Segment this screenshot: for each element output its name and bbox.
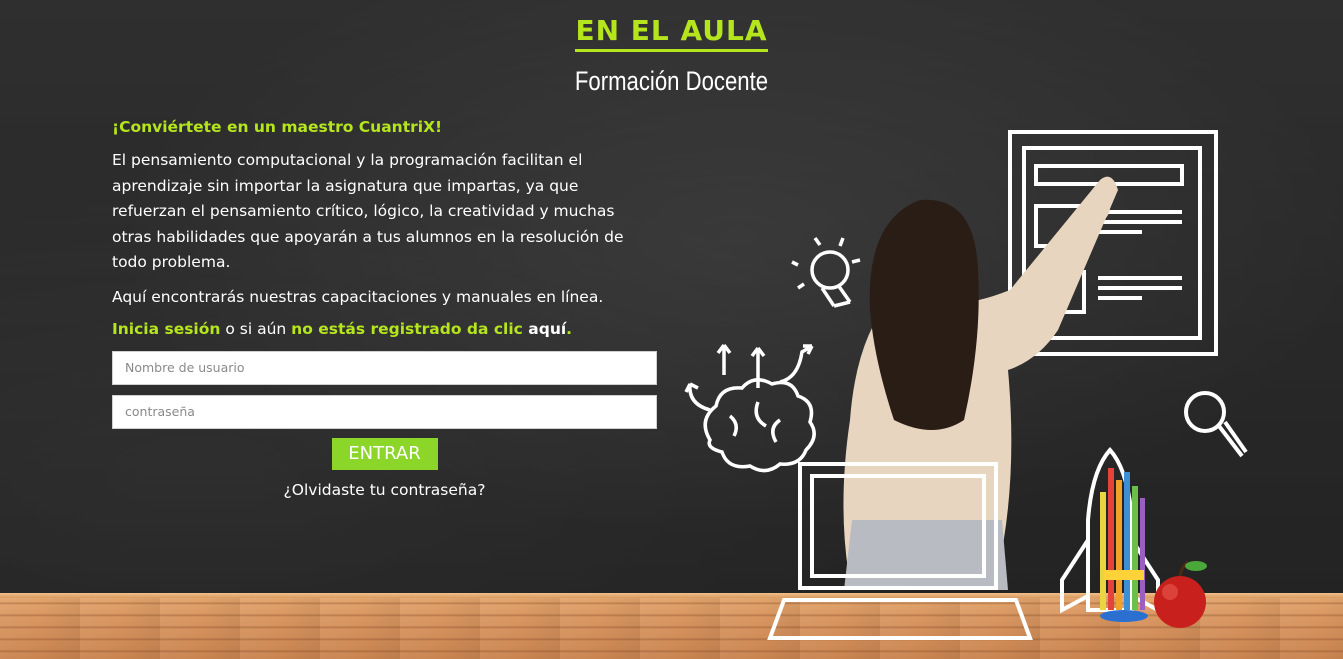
register-text: no estás registrado da clic xyxy=(291,319,529,338)
lightbulb-icon xyxy=(791,236,861,308)
illustration-svg xyxy=(684,130,1248,640)
pencils-icon xyxy=(1100,468,1148,622)
username-input[interactable] xyxy=(112,350,657,385)
page-subtitle: Formación Docente xyxy=(574,66,769,96)
login-prompt-period: . xyxy=(566,319,573,338)
magnifier-icon xyxy=(1184,391,1248,458)
brand-title: EN EL AULA xyxy=(575,14,768,52)
enter-button[interactable]: ENTRAR xyxy=(331,437,438,470)
password-input[interactable] xyxy=(112,394,657,429)
teacher-figure xyxy=(843,176,1118,590)
brain-icon xyxy=(684,343,816,473)
login-prompt-middle: o si aún xyxy=(220,319,292,338)
register-here-link[interactable]: aquí xyxy=(528,320,566,338)
signin-link[interactable]: Inicia sesión xyxy=(112,320,220,338)
apple-icon xyxy=(1154,560,1207,628)
login-prompt: Inicia sesión o si aún no estás registra… xyxy=(112,320,657,338)
intro-panel: ¡Conviértete en un maestro CuantriX! El … xyxy=(112,118,657,499)
intro-paragraph: El pensamiento computacional y la progra… xyxy=(112,151,624,271)
submit-row: ENTRAR xyxy=(112,437,657,470)
intro-note: Aquí encontrarás nuestras capacitaciones… xyxy=(112,287,604,306)
intro-headline: ¡Conviértete en un maestro CuantriX! xyxy=(112,118,443,136)
teacher-illustration xyxy=(680,120,1300,659)
login-form: ENTRAR ¿Olvidaste tu contraseña? xyxy=(112,350,657,499)
forgot-password-link[interactable]: ¿Olvidaste tu contraseña? xyxy=(112,481,657,499)
page-header: EN EL AULA Formación Docente xyxy=(0,14,1343,97)
